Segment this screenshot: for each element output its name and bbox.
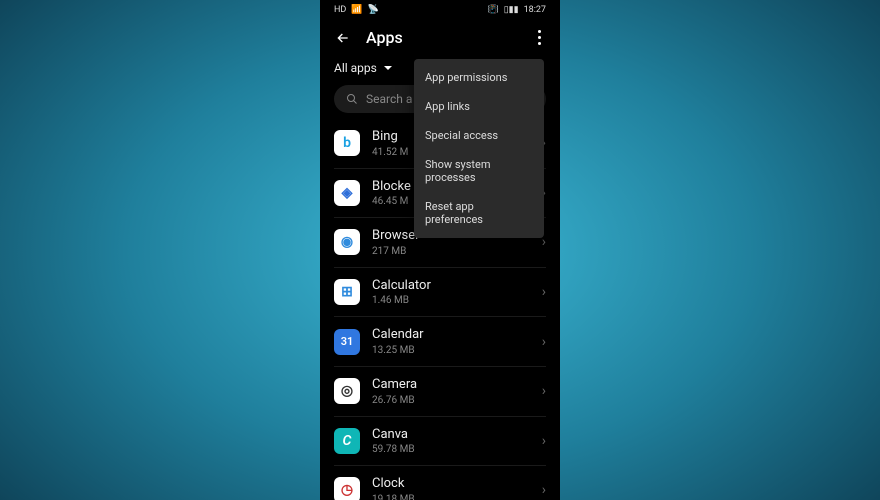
app-size: 19.18 MB (372, 494, 530, 500)
app-info: Calendar 13.25 MB (372, 327, 530, 356)
canva-icon: C (334, 428, 360, 454)
app-name: Clock (372, 476, 530, 492)
app-row[interactable]: ⊞ Calculator 1.46 MB › (334, 268, 546, 318)
menu-item[interactable]: Reset app preferences (414, 192, 544, 234)
status-wifi-icon: 📡 (368, 5, 379, 15)
chevron-right-icon: › (542, 383, 546, 399)
camera-icon: ◎ (334, 378, 360, 404)
status-bar: HD 📶 📡 📳 ▯▮▮ 18:27 (320, 0, 560, 20)
app-row[interactable]: C Canva 59.78 MB › (334, 417, 546, 467)
back-button[interactable] (334, 29, 352, 47)
chevron-right-icon: › (542, 433, 546, 449)
status-hd-icon: HD (334, 5, 346, 15)
app-info: Clock 19.18 MB (372, 476, 530, 500)
search-icon (346, 93, 358, 105)
menu-item[interactable]: Special access (414, 121, 544, 150)
status-vibrate-icon: 📳 (488, 5, 499, 15)
blockchain-icon: ◈ (334, 180, 360, 206)
browser-icon: ◉ (334, 229, 360, 255)
page-title: Apps (366, 28, 403, 47)
bing-icon: b (334, 130, 360, 156)
phone-frame: HD 📶 📡 📳 ▯▮▮ 18:27 Apps All apps Search … (320, 0, 560, 500)
app-name: Camera (372, 377, 530, 393)
app-info: Canva 59.78 MB (372, 427, 530, 456)
more-options-button[interactable] (532, 30, 546, 45)
app-size: 13.25 MB (372, 345, 530, 356)
app-size: 59.78 MB (372, 444, 530, 455)
app-size: 1.46 MB (372, 295, 530, 306)
chevron-right-icon: › (542, 284, 546, 300)
app-row[interactable]: 31 Calendar 13.25 MB › (334, 317, 546, 367)
header: Apps (320, 20, 560, 57)
app-row[interactable]: ◎ Camera 26.76 MB › (334, 367, 546, 417)
app-row[interactable]: ◷ Clock 19.18 MB › (334, 466, 546, 500)
menu-item[interactable]: App permissions (414, 63, 544, 92)
status-signal-icon: 📶 (351, 5, 362, 15)
chevron-right-icon: › (542, 482, 546, 498)
calendar-icon: 31 (334, 329, 360, 355)
filter-label: All apps (334, 61, 377, 75)
status-time: 18:27 (524, 5, 546, 15)
menu-item[interactable]: App links (414, 92, 544, 121)
app-size: 26.76 MB (372, 395, 530, 406)
app-name: Calendar (372, 327, 530, 343)
app-info: Camera 26.76 MB (372, 377, 530, 406)
app-size: 217 MB (372, 246, 530, 257)
search-placeholder: Search a (366, 92, 412, 106)
arrow-left-icon (335, 30, 351, 46)
calculator-icon: ⊞ (334, 279, 360, 305)
app-name: Calculator (372, 278, 530, 294)
overflow-menu: App permissionsApp linksSpecial accessSh… (414, 59, 544, 238)
app-name: Canva (372, 427, 530, 443)
clock-icon: ◷ (334, 477, 360, 500)
app-info: Calculator 1.46 MB (372, 278, 530, 307)
status-battery-icon: ▯▮▮ (504, 5, 519, 15)
chevron-down-icon (383, 63, 393, 73)
chevron-right-icon: › (542, 334, 546, 350)
menu-item[interactable]: Show system processes (414, 150, 544, 192)
